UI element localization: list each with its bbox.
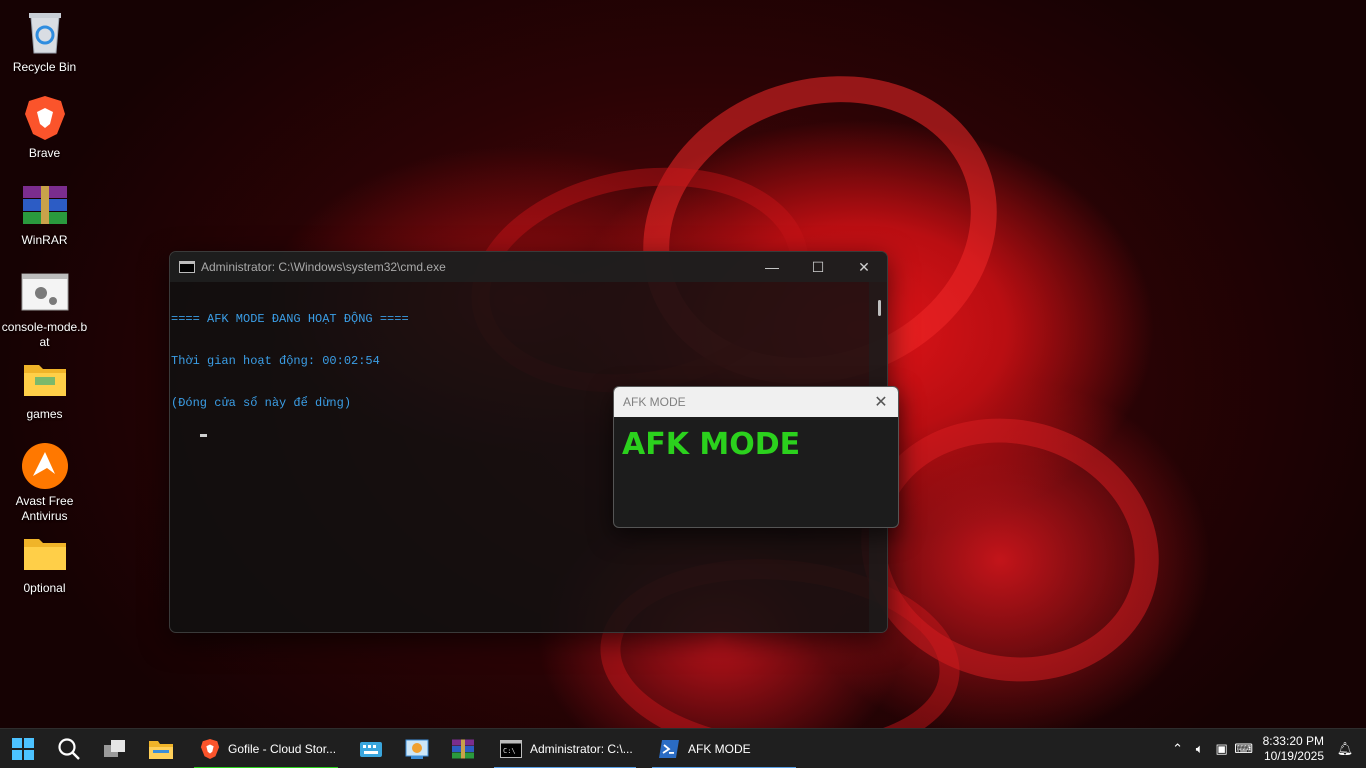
keyboard-icon (360, 741, 382, 757)
cmd-title: Administrator: C:\Windows\system32\cmd.e… (201, 260, 446, 274)
taskbar-winrar-app[interactable] (440, 729, 486, 768)
text-cursor (199, 434, 207, 437)
batch-file-icon (21, 268, 69, 316)
file-explorer-icon (149, 740, 173, 759)
cmd-titlebar[interactable]: Administrator: C:\Windows\system32\cmd.e… (170, 252, 887, 282)
winrar-icon (452, 739, 474, 758)
desktop-icon-label: console-mode.b at (1, 320, 88, 349)
powershell-icon (659, 739, 679, 758)
desktop-icon-winrar[interactable]: WinRAR (0, 181, 89, 248)
folder-icon (21, 355, 69, 403)
clock-date: 10/19/2025 (1263, 749, 1324, 763)
windows-icon (12, 737, 34, 760)
winrar-icon (21, 181, 69, 229)
taskbar: Gofile - Cloud Stor... C:\ Administrator… (0, 728, 1366, 768)
speaker-icon[interactable]: 🔈︎ (1189, 741, 1211, 757)
taskbar-app-afk-mode[interactable]: AFK MODE (650, 729, 798, 768)
desktop-icon-label: games (26, 407, 63, 421)
desktop-icon-console-mode-bat[interactable]: console-mode.b at (0, 268, 89, 350)
search-button[interactable] (46, 729, 92, 768)
folder-icon (21, 529, 69, 577)
console-line: Thời gian hoạt động: 00:02:54 (171, 354, 380, 368)
desktop-icon-label: Avast Free Antivirus (15, 494, 74, 523)
taskbar-app-label: AFK MODE (688, 741, 751, 756)
desktop-icon-optional[interactable]: 0ptional (0, 529, 89, 596)
desktop-icon-label: 0ptional (23, 581, 66, 595)
cmd-icon (179, 261, 195, 273)
taskbar-app-gofile[interactable]: Gofile - Cloud Stor... (192, 729, 340, 768)
chevron-up-icon[interactable]: ⌃ (1167, 741, 1189, 757)
control-panel-icon (405, 739, 429, 759)
notification-bell-icon[interactable]: 🔔︎ (1334, 741, 1356, 757)
brave-icon (21, 94, 69, 142)
desktop-icon-label: Brave (28, 146, 61, 160)
close-button[interactable]: ✕ (864, 392, 898, 412)
desktop-icon-games[interactable]: games (0, 355, 89, 422)
taskbar-control-panel-app[interactable] (394, 729, 440, 768)
brave-icon (200, 738, 220, 759)
network-icon[interactable]: ▣ (1211, 741, 1233, 757)
start-button[interactable] (0, 729, 46, 768)
console-line: ==== AFK MODE ĐANG HOẠT ĐỘNG ==== (171, 312, 409, 326)
system-tray: ⌃ 🔈︎ ▣ ⌨ 8:33:20 PM 10/19/2025 🔔︎ (1167, 729, 1366, 768)
close-button[interactable]: ✕ (841, 252, 887, 282)
afk-heading: AFK MODE (622, 427, 801, 462)
desktop-icon-brave[interactable]: Brave (0, 94, 89, 161)
keyboard-icon[interactable]: ⌨ (1233, 741, 1255, 757)
scrollbar-thumb[interactable] (878, 300, 881, 316)
desktop-icon-avast[interactable]: Avast Free Antivirus (0, 442, 89, 524)
recycle-bin-icon (21, 8, 69, 56)
desktop-icon-label: WinRAR (21, 233, 68, 247)
maximize-button[interactable]: ☐ (795, 252, 841, 282)
cmd-icon: C:\ (500, 739, 522, 758)
clock[interactable]: 8:33:20 PM 10/19/2025 (1263, 734, 1324, 764)
file-explorer-button[interactable] (138, 729, 184, 768)
taskbar-app-label: Administrator: C:\... (530, 741, 633, 756)
desktop-icon-label: Recycle Bin (12, 60, 77, 74)
afk-titlebar[interactable]: AFK MODE ✕ (614, 387, 898, 417)
task-view-icon (104, 739, 125, 757)
taskbar-app-label: Gofile - Cloud Stor... (228, 741, 337, 756)
afk-window[interactable]: AFK MODE ✕ AFK MODE (613, 386, 899, 528)
search-icon (58, 737, 80, 760)
taskbar-app-cmd[interactable]: C:\ Administrator: C:\... (492, 729, 638, 768)
svg-text:C:\: C:\ (503, 747, 516, 755)
minimize-button[interactable]: — (749, 252, 795, 282)
taskbar-keyboard-app[interactable] (348, 729, 394, 768)
task-view-button[interactable] (92, 729, 138, 768)
clock-time: 8:33:20 PM (1262, 734, 1324, 748)
avast-icon (21, 442, 69, 490)
afk-window-title: AFK MODE (623, 395, 686, 409)
desktop-icon-recycle-bin[interactable]: Recycle Bin (0, 8, 89, 75)
